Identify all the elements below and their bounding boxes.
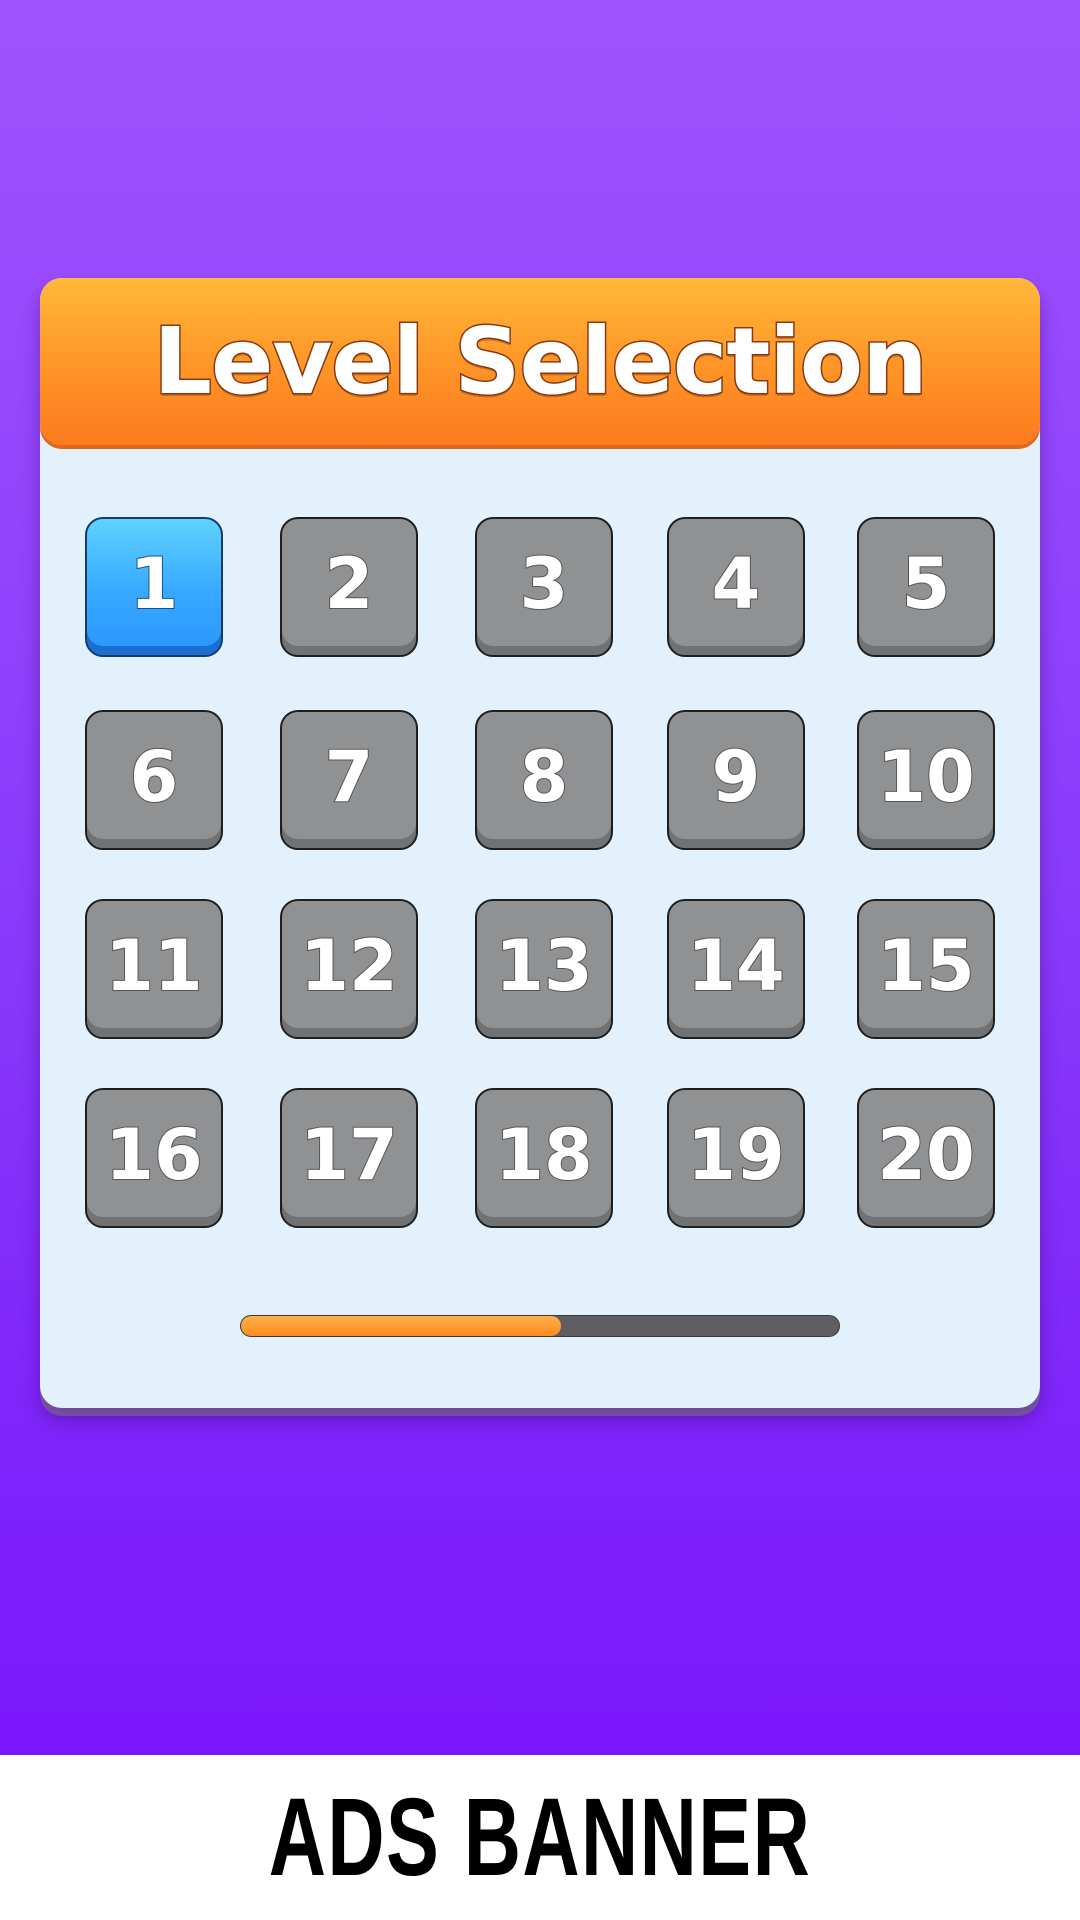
level-number: 4 [711,542,762,626]
level-number: 8 [519,735,570,819]
level-button-11[interactable]: 11 [85,899,223,1039]
level-number: 6 [129,735,180,819]
panel-title: Level Selection [152,307,929,417]
level-number: 12 [299,924,398,1008]
level-button-14[interactable]: 14 [667,899,805,1039]
level-button-8[interactable]: 8 [475,710,613,850]
level-button-18[interactable]: 18 [475,1088,613,1228]
level-number: 1 [129,542,180,626]
level-progress-fill [241,1316,561,1336]
level-button-13[interactable]: 13 [475,899,613,1039]
level-button-5[interactable]: 5 [857,517,995,657]
level-button-6[interactable]: 6 [85,710,223,850]
level-number: 14 [686,924,785,1008]
ads-banner-label: ADS BANNER [268,1776,812,1899]
level-number: 16 [104,1113,203,1197]
level-button-12[interactable]: 12 [280,899,418,1039]
level-progress-bar [240,1315,840,1337]
level-number: 9 [711,735,762,819]
level-number: 18 [494,1113,593,1197]
level-button-1[interactable]: 1 [85,517,223,657]
level-button-9[interactable]: 9 [667,710,805,850]
level-selection-panel: Level Selection 1 2 3 4 5 6 7 8 9 10 11 12 13 14 15 16 1… [40,278,1040,1408]
level-button-17[interactable]: 17 [280,1088,418,1228]
ads-banner[interactable]: ADS BANNER [0,1755,1080,1920]
level-number: 13 [494,924,593,1008]
level-number: 2 [324,542,375,626]
level-button-15[interactable]: 15 [857,899,995,1039]
level-number: 3 [519,542,570,626]
level-button-2[interactable]: 2 [280,517,418,657]
level-number: 7 [324,735,375,819]
level-button-16[interactable]: 16 [85,1088,223,1228]
level-number: 19 [686,1113,785,1197]
level-button-4[interactable]: 4 [667,517,805,657]
level-number: 11 [104,924,203,1008]
level-number: 5 [901,542,952,626]
level-button-20[interactable]: 20 [857,1088,995,1228]
level-number: 17 [299,1113,398,1197]
level-button-3[interactable]: 3 [475,517,613,657]
level-button-10[interactable]: 10 [857,710,995,850]
level-button-7[interactable]: 7 [280,710,418,850]
level-number: 10 [876,735,975,819]
level-button-19[interactable]: 19 [667,1088,805,1228]
level-number: 20 [876,1113,975,1197]
level-number: 15 [876,924,975,1008]
